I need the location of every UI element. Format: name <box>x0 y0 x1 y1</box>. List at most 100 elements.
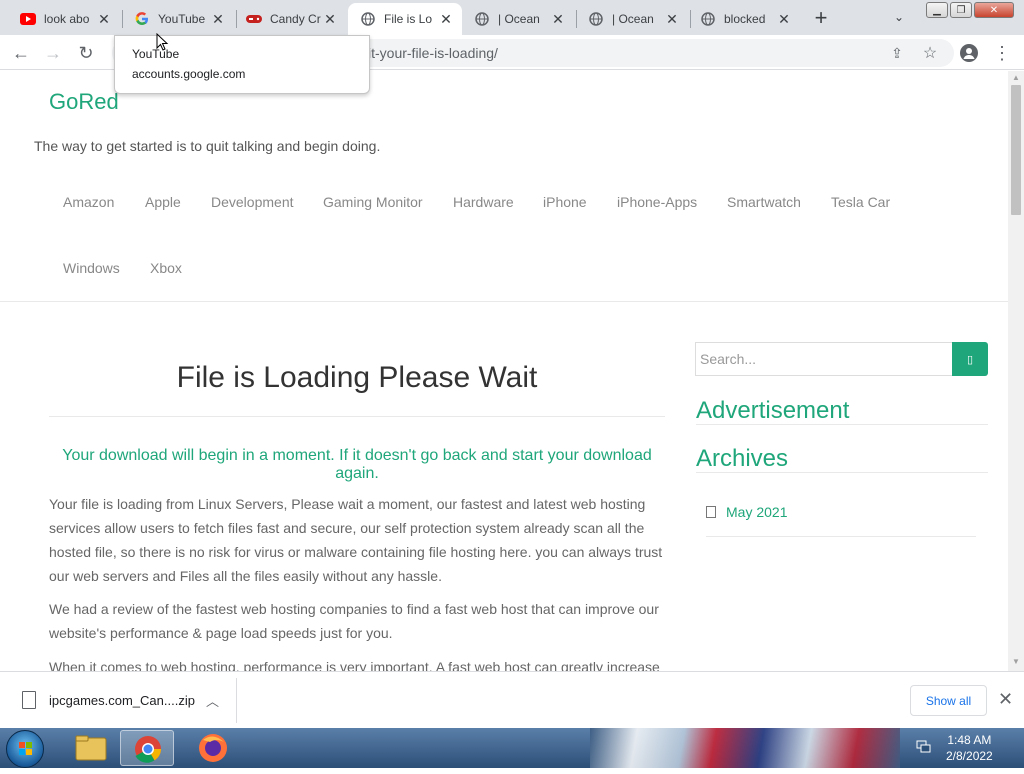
download-divider <box>236 678 237 723</box>
title-divider <box>49 416 665 417</box>
tab-title: YouTube <box>158 12 206 26</box>
chrome-taskbar-button[interactable] <box>120 730 174 766</box>
mouse-cursor-icon <box>156 33 169 51</box>
widget-divider <box>696 472 988 473</box>
tab-search-chevron-icon[interactable]: ⌄ <box>888 6 910 28</box>
windows-taskbar: 1:48 AM 2/8/2022 <box>0 728 1024 768</box>
download-file-name[interactable]: ipcgames.com_Can....zip <box>49 693 195 708</box>
post-paragraph-2: We had a review of the fastest web hosti… <box>49 601 659 641</box>
close-icon[interactable]: ✕ <box>96 11 112 27</box>
bookmark-star-icon[interactable]: ☆ <box>917 40 943 66</box>
minimize-button[interactable]: ▁ <box>926 2 948 18</box>
back-arrow-icon[interactable]: ← <box>8 40 34 66</box>
nav-item-iphone-apps[interactable]: iPhone-Apps <box>617 194 697 210</box>
tab-title: | Ocean <box>612 12 654 26</box>
chrome-icon <box>135 736 162 763</box>
archive-divider <box>706 536 976 537</box>
widget-divider <box>696 424 988 425</box>
archive-link-may-2021[interactable]: May 2021 <box>706 504 787 520</box>
restore-button[interactable]: ❐ <box>950 2 972 18</box>
post-paragraph-1: Your file is loading from Linux Servers,… <box>49 496 663 584</box>
post-paragraph-3: When it comes to web hosting, performanc… <box>49 659 660 671</box>
nav-item-xbox[interactable]: Xbox <box>150 260 182 276</box>
reload-icon[interactable]: ↻ <box>73 40 99 66</box>
windows-logo-icon <box>19 742 32 755</box>
nav-item-tesla-car[interactable]: Tesla Car <box>831 194 890 210</box>
scroll-up-icon[interactable]: ▲ <box>1012 73 1020 82</box>
window-close-button[interactable]: ✕ <box>974 2 1014 18</box>
nav-item-apple[interactable]: Apple <box>145 194 181 210</box>
folder-icon <box>706 506 716 518</box>
archive-label: May 2021 <box>726 504 788 520</box>
firefox-taskbar-button[interactable] <box>186 730 240 766</box>
share-icon[interactable]: ⇪ <box>884 40 910 66</box>
system-clock[interactable]: 1:48 AM 2/8/2022 <box>946 732 993 764</box>
globe-icon <box>700 11 716 27</box>
tooltip-url: accounts.google.com <box>132 67 246 81</box>
nav-item-amazon[interactable]: Amazon <box>63 194 114 210</box>
download-notice: Your download will begin in a moment. If… <box>49 447 665 483</box>
nav-item-iphone[interactable]: iPhone <box>543 194 587 210</box>
explorer-taskbar-button[interactable] <box>64 730 118 766</box>
google-icon <box>134 11 150 27</box>
tab-title: Candy Cr <box>270 12 321 26</box>
nav-item-gaming-monitor[interactable]: Gaming Monitor <box>323 194 423 210</box>
globe-icon <box>474 11 490 27</box>
site-tagline: The way to get started is to quit talkin… <box>34 138 381 154</box>
tab-2[interactable]: Candy Cr ✕ <box>234 3 346 35</box>
close-icon[interactable]: ✕ <box>998 689 1013 710</box>
close-icon[interactable]: ✕ <box>776 11 792 27</box>
start-button[interactable] <box>6 730 44 768</box>
close-icon[interactable]: ✕ <box>322 11 338 27</box>
nav-item-hardware[interactable]: Hardware <box>453 194 514 210</box>
url-text: it-your-file-is-loading/ <box>368 45 498 61</box>
download-bar: ipcgames.com_Can....zip ︿ Show all ✕ <box>0 671 1024 728</box>
tab-title: look abo <box>44 12 90 26</box>
show-all-button[interactable]: Show all <box>910 685 987 716</box>
network-icon[interactable] <box>916 738 932 754</box>
close-icon[interactable]: ✕ <box>210 11 226 27</box>
tab-4[interactable]: | Ocean ✕ <box>462 3 574 35</box>
gamepad-icon <box>246 11 262 27</box>
nav-item-windows[interactable]: Windows <box>63 260 120 276</box>
archives-widget-title: Archives <box>696 445 789 472</box>
nav-item-smartwatch[interactable]: Smartwatch <box>727 194 801 210</box>
wallpaper-strip <box>590 728 900 768</box>
tab-1[interactable]: YouTube ✕ <box>122 3 234 35</box>
file-icon <box>22 691 36 709</box>
close-icon[interactable]: ✕ <box>664 11 680 27</box>
search-icon: ▯ <box>966 353 974 366</box>
firefox-icon <box>199 734 227 762</box>
tab-hover-tooltip: YouTube accounts.google.com <box>114 35 370 94</box>
site-title[interactable]: GoRed <box>49 89 119 115</box>
clock-time: 1:48 AM <box>947 733 992 747</box>
scrollbar-thumb[interactable] <box>1011 85 1021 215</box>
folder-icon <box>75 735 107 761</box>
globe-icon <box>360 11 376 27</box>
download-notice-line-2: again. <box>335 465 379 482</box>
tab-title: File is Lo <box>384 12 433 26</box>
tab-title: | Ocean <box>498 12 540 26</box>
tab-title: blocked <box>724 12 766 26</box>
menu-kebab-icon[interactable]: ⋮ <box>989 40 1015 66</box>
download-notice-line-1: Your download will begin in a moment. If… <box>62 447 652 464</box>
tab-0[interactable]: look abo ✕ <box>8 3 120 35</box>
close-icon[interactable]: ✕ <box>550 11 566 27</box>
web-page: GoRed The way to get started is to quit … <box>0 71 1008 671</box>
new-tab-button[interactable]: + <box>808 5 834 31</box>
chevron-up-icon[interactable]: ︿ <box>206 691 219 710</box>
scroll-down-icon[interactable]: ▼ <box>1012 657 1020 666</box>
tab-5[interactable]: | Ocean ✕ <box>576 3 688 35</box>
forward-arrow-icon[interactable]: → <box>40 40 66 66</box>
header-divider <box>0 301 1008 302</box>
page-scrollbar[interactable]: ▲ ▼ <box>1008 71 1024 671</box>
nav-item-development[interactable]: Development <box>211 194 294 210</box>
close-icon[interactable]: ✕ <box>438 11 454 27</box>
search-button[interactable]: ▯ <box>952 342 988 376</box>
search-input[interactable]: Search... <box>695 342 953 376</box>
tab-6[interactable]: blocked ✕ <box>688 3 800 35</box>
advertisement-widget-title: Advertisement <box>696 397 850 424</box>
profile-avatar-icon[interactable] <box>956 40 982 66</box>
tab-3-active[interactable]: File is Lo ✕ <box>348 3 462 35</box>
globe-icon <box>588 11 604 27</box>
